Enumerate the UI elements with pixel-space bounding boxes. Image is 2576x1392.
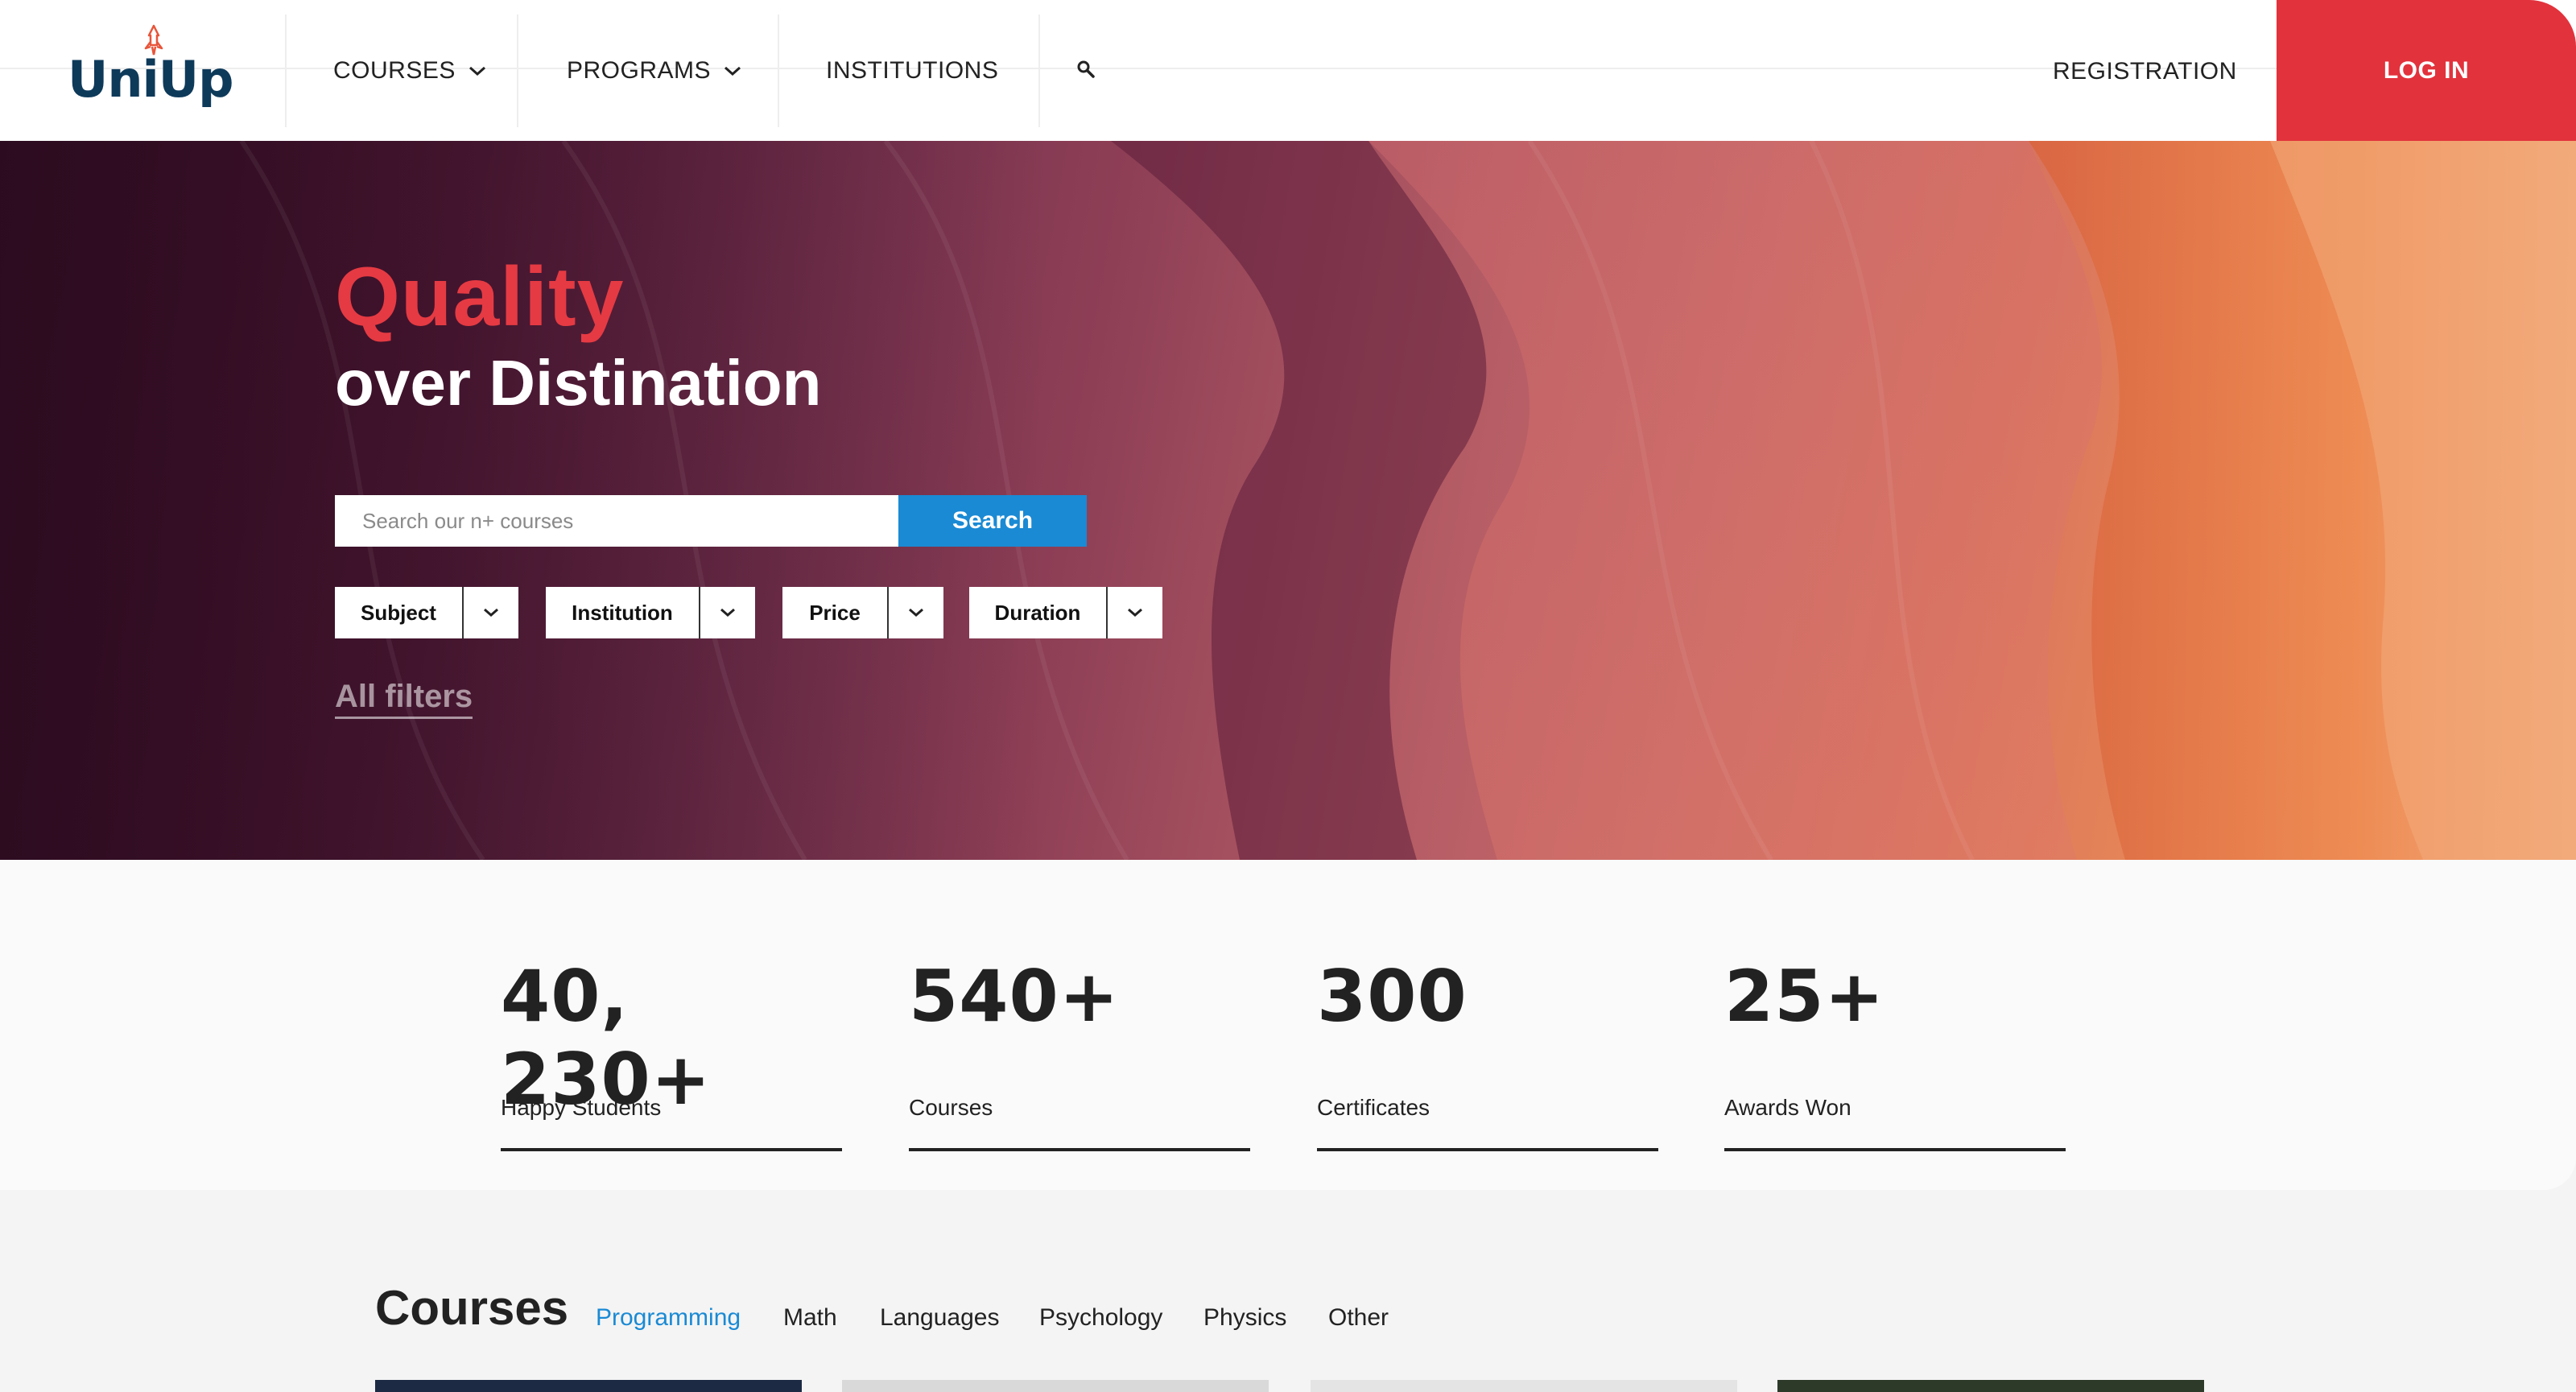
nav-divider xyxy=(285,14,287,127)
nav-divider xyxy=(778,14,779,127)
tab-other[interactable]: Other xyxy=(1328,1304,1389,1332)
course-card-image[interactable] xyxy=(842,1380,1269,1392)
hero-title: Quality xyxy=(335,250,625,344)
logo-text: UniUp xyxy=(68,50,233,109)
filter-subject-label: Subject xyxy=(335,587,464,638)
chevron-down-icon xyxy=(889,587,943,638)
chevron-down-icon xyxy=(469,65,486,76)
site-header: UniUp COURSES PROGRAMS INSTITUTIONS REGI… xyxy=(0,0,2576,141)
all-filters-link[interactable]: All filters xyxy=(335,679,473,719)
search-icon[interactable] xyxy=(1076,60,1096,83)
stat-awards: 25+ Awards Won xyxy=(1724,955,2066,1151)
nav-programs[interactable]: PROGRAMS xyxy=(567,55,741,87)
filter-duration[interactable]: Duration xyxy=(969,587,1162,638)
login-button[interactable]: LOG IN xyxy=(2277,0,2576,141)
nav-divider xyxy=(517,14,518,127)
nav-institutions[interactable]: INSTITUTIONS xyxy=(826,55,998,87)
stat-certificates: 300 Certificates xyxy=(1317,955,1658,1151)
courses-section-title: Courses xyxy=(375,1281,569,1335)
filter-subject[interactable]: Subject xyxy=(335,587,518,638)
stat-happy-students: 40, 230+ Happy Students xyxy=(501,955,842,1151)
tab-programming[interactable]: Programming xyxy=(596,1304,741,1332)
filter-institution[interactable]: Institution xyxy=(546,587,755,638)
chevron-down-icon xyxy=(724,65,741,76)
tab-languages[interactable]: Languages xyxy=(880,1304,999,1332)
nav-courses-label: COURSES xyxy=(333,57,456,84)
filter-price-label: Price xyxy=(782,587,889,638)
search-button[interactable]: Search xyxy=(898,495,1087,547)
stat-courses: 540+ Courses xyxy=(909,955,1250,1151)
stat-label: Courses xyxy=(909,1095,993,1120)
chevron-down-icon xyxy=(464,587,518,638)
course-card-image[interactable] xyxy=(1777,1380,2204,1392)
stat-label: Awards Won xyxy=(1724,1095,1852,1120)
stat-label: Happy Students xyxy=(501,1095,662,1120)
tab-math[interactable]: Math xyxy=(783,1304,837,1332)
course-card-image[interactable] xyxy=(375,1380,802,1392)
stat-label: Certificates xyxy=(1317,1095,1430,1120)
nav-programs-label: PROGRAMS xyxy=(567,57,712,84)
nav-institutions-label: INSTITUTIONS xyxy=(826,57,999,84)
hero-banner: Quality over Distination Search Subject … xyxy=(0,141,2576,860)
filter-price[interactable]: Price xyxy=(782,587,943,638)
nav-divider xyxy=(1038,14,1040,127)
chevron-down-icon xyxy=(700,587,755,638)
registration-link[interactable]: REGISTRATION xyxy=(2053,58,2237,85)
filter-institution-label: Institution xyxy=(546,587,700,638)
chevron-down-icon xyxy=(1108,587,1162,638)
filter-duration-label: Duration xyxy=(969,587,1108,638)
stat-value: 540+ xyxy=(909,955,1120,1038)
tab-psychology[interactable]: Psychology xyxy=(1039,1304,1162,1332)
logo[interactable]: UniUp xyxy=(64,23,233,111)
tab-physics[interactable]: Physics xyxy=(1203,1304,1286,1332)
hero-subtitle: over Distination xyxy=(335,347,822,419)
stat-value: 300 xyxy=(1317,955,1468,1038)
course-card-image[interactable] xyxy=(1311,1380,1737,1392)
course-search-input[interactable] xyxy=(335,495,898,547)
stat-value: 25+ xyxy=(1724,955,1885,1038)
stats-section: 40, 230+ Happy Students 540+ Courses 300… xyxy=(0,860,2576,1190)
nav-courses[interactable]: COURSES xyxy=(333,55,486,87)
